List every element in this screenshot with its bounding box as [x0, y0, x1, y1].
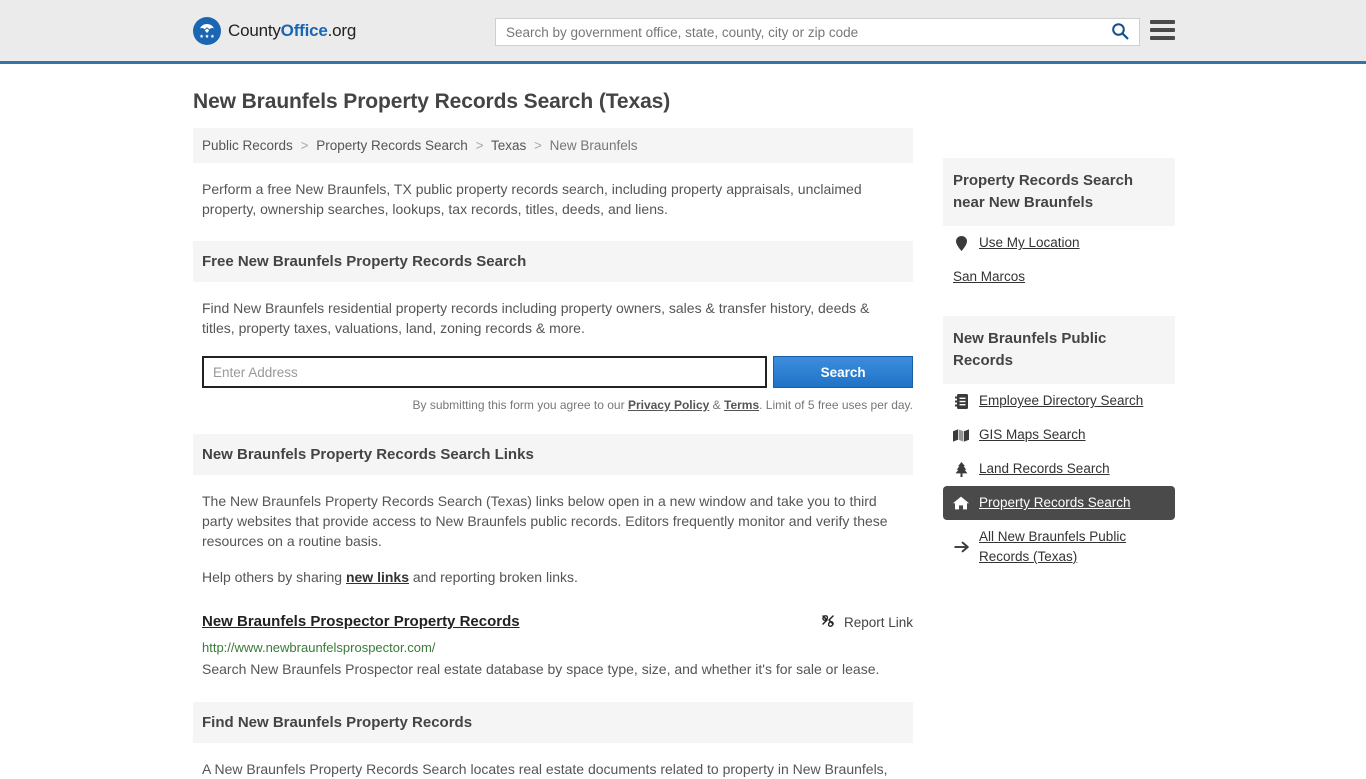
map-icon	[953, 428, 969, 442]
result-description: Search New Braunfels Prospector real est…	[202, 661, 880, 677]
sidebar-nearby-block: Property Records Search near New Braunfe…	[943, 158, 1175, 294]
page-title: New Braunfels Property Records Search (T…	[193, 90, 671, 113]
help-prefix: Help others by sharing	[202, 569, 346, 585]
breadcrumb-separator: >	[475, 138, 484, 153]
logo-text-org: .org	[327, 20, 357, 40]
search-submit-icon-button[interactable]	[1101, 19, 1139, 45]
sidebar-link-property-records-search[interactable]: Property Records Search	[979, 493, 1131, 513]
sidebar-item-use-my-location[interactable]: Use My Location	[943, 226, 1175, 260]
site-header: CountyOffice.org	[0, 0, 1366, 64]
report-link-button[interactable]: Report Link	[820, 613, 913, 632]
sidebar-link-employee-directory-search[interactable]: Employee Directory Search	[979, 391, 1143, 411]
global-search-bar	[495, 18, 1140, 46]
site-logo[interactable]: CountyOffice.org	[193, 16, 356, 45]
sidebar-public-records-heading: New Braunfels Public Records	[943, 316, 1175, 384]
sidebar-item-employee-directory-search[interactable]: Employee Directory Search	[943, 384, 1175, 418]
map-pin-icon	[953, 235, 969, 251]
sidebar-nearby-heading: Property Records Search near New Braunfe…	[943, 158, 1175, 226]
form-disclaimer: By submitting this form you agree to our…	[193, 398, 914, 412]
sidebar-public-records-list: Employee Directory Search GIS Maps Searc…	[943, 384, 1175, 574]
breadcrumb-item-texas[interactable]: Texas	[491, 138, 526, 153]
logo-text-office: Office	[280, 20, 328, 40]
hamburger-bar	[1150, 20, 1175, 24]
content-row: Public Records > Property Records Search…	[193, 128, 1175, 779]
help-suffix: and reporting broken links.	[409, 569, 578, 585]
help-others-paragraph: Help others by sharing new links and rep…	[193, 567, 913, 587]
sidebar-link-land-records-search[interactable]: Land Records Search	[979, 459, 1110, 479]
sidebar-item-property-records-search[interactable]: Property Records Search	[943, 486, 1175, 520]
disclaimer-amp: &	[709, 398, 724, 412]
address-input[interactable]	[202, 356, 768, 388]
result-header: New Braunfels Prospector Property Record…	[202, 613, 913, 632]
logo-text-county: County	[228, 20, 281, 40]
sidebar-link-gis-maps-search[interactable]: GIS Maps Search	[979, 425, 1086, 445]
page-container: New Braunfels Property Records Search (T…	[0, 90, 1366, 779]
tree-icon	[953, 461, 969, 477]
sidebar-item-san-marcos[interactable]: San Marcos	[943, 260, 1175, 294]
sidebar-link-use-my-location[interactable]: Use My Location	[979, 233, 1080, 253]
sidebar: Property Records Search near New Braunfe…	[943, 128, 1175, 582]
result-url: http://www.newbraunfelsprospector.com/	[202, 640, 436, 655]
home-icon	[953, 496, 969, 510]
breadcrumb-separator: >	[534, 138, 542, 153]
breadcrumb-item-new-braunfels: New Braunfels	[549, 138, 638, 153]
sidebar-item-gis-maps-search[interactable]: GIS Maps Search	[943, 418, 1175, 452]
logo-wordmark: CountyOffice.org	[228, 21, 356, 41]
hamburger-bar	[1150, 36, 1175, 40]
new-links-link[interactable]: new links	[346, 569, 409, 585]
privacy-policy-link[interactable]: Privacy Policy	[628, 398, 709, 412]
hamburger-bar	[1150, 28, 1175, 32]
search-icon	[1111, 22, 1129, 43]
breadcrumb-item-public-records[interactable]: Public Records	[202, 138, 293, 153]
breadcrumb: Public Records > Property Records Search…	[193, 128, 913, 163]
main-column: Public Records > Property Records Search…	[193, 128, 913, 779]
free-search-description: Find New Braunfels residential property …	[202, 300, 870, 336]
free-search-heading: Free New Braunfels Property Records Sear…	[193, 241, 913, 282]
find-section-paragraph: A New Braunfels Property Records Search …	[202, 761, 888, 777]
links-section-paragraph: The New Braunfels Property Records Searc…	[202, 493, 888, 549]
sidebar-link-san-marcos[interactable]: San Marcos	[953, 267, 1025, 287]
search-input[interactable]	[496, 19, 1101, 45]
breadcrumb-item-property-records-search[interactable]: Property Records Search	[316, 138, 468, 153]
sidebar-item-all-public-records[interactable]: All New Braunfels Public Records (Texas)	[943, 520, 1175, 574]
arrow-right-icon	[953, 541, 969, 553]
sidebar-public-records-block: New Braunfels Public Records Employee Di…	[943, 316, 1175, 574]
links-section-heading: New Braunfels Property Records Search Li…	[193, 434, 913, 475]
find-section-heading: Find New Braunfels Property Records	[193, 702, 913, 743]
search-button[interactable]: Search	[773, 356, 913, 388]
address-book-icon	[953, 393, 969, 409]
intro-paragraph: Perform a free New Braunfels, TX public …	[202, 181, 862, 217]
address-search-form: Search	[193, 356, 913, 388]
sidebar-nearby-list: Use My Location San Marcos	[943, 226, 1175, 294]
disclaimer-prefix: By submitting this form you agree to our	[412, 398, 628, 412]
eagle-stars-emblem-icon	[193, 16, 221, 45]
result-item: New Braunfels Prospector Property Record…	[193, 613, 913, 680]
sidebar-link-all-public-records[interactable]: All New Braunfels Public Records (Texas)	[979, 527, 1165, 567]
broken-link-icon	[820, 613, 836, 632]
hamburger-menu-icon[interactable]	[1150, 20, 1175, 40]
breadcrumb-separator: >	[300, 138, 309, 153]
report-link-label: Report Link	[843, 615, 913, 630]
sidebar-item-land-records-search[interactable]: Land Records Search	[943, 452, 1175, 486]
terms-link[interactable]: Terms	[724, 398, 759, 412]
disclaimer-suffix: . Limit of 5 free uses per day.	[759, 398, 913, 412]
result-title-link[interactable]: New Braunfels Prospector Property Record…	[202, 613, 520, 630]
